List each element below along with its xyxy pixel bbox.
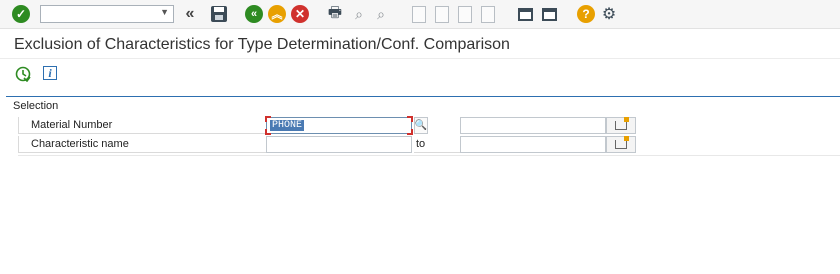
selection-table: Material Number PHONE 🔍 Characteristic n…: [18, 116, 840, 156]
search-help-icon[interactable]: 🔍: [414, 117, 428, 134]
shortcut-icon[interactable]: [540, 5, 558, 23]
print-icon[interactable]: 🖶: [326, 4, 344, 23]
ok-icon[interactable]: ✓: [12, 5, 30, 23]
characteristic-name-high-input[interactable]: [460, 136, 606, 153]
previous-page-icon[interactable]: [433, 5, 451, 23]
multiple-selection-icon: [615, 117, 629, 130]
multiple-selection-icon: [615, 136, 629, 149]
double-left-icon[interactable]: «: [180, 5, 200, 23]
find-next-icon[interactable]: ⌕: [372, 5, 390, 23]
material-number-low-input[interactable]: PHONE: [265, 116, 413, 135]
new-session-icon[interactable]: [516, 5, 534, 23]
back-icon[interactable]: «: [245, 5, 263, 23]
multiple-selection-button[interactable]: [606, 136, 636, 153]
command-field[interactable]: ▼: [40, 5, 174, 23]
exit-icon[interactable]: ︽: [268, 5, 286, 23]
save-icon[interactable]: [210, 5, 228, 23]
chevron-down-icon[interactable]: ▼: [160, 7, 169, 17]
first-page-icon[interactable]: [410, 5, 428, 23]
selection-row-characteristic: Characteristic name to: [18, 136, 840, 154]
material-number-label: Material Number: [18, 117, 266, 134]
info-icon[interactable]: i: [43, 66, 57, 80]
find-icon[interactable]: ⌕: [350, 5, 368, 23]
material-number-low-value: PHONE: [270, 120, 305, 131]
system-toolbar: ✓ ▼ « « ︽ ✕ 🖶 ⌕ ⌕ ? ⚙: [0, 0, 840, 29]
help-icon[interactable]: ?: [577, 5, 595, 23]
divider: [0, 58, 840, 59]
selection-row-material: Material Number PHONE 🔍: [18, 116, 840, 135]
cancel-icon[interactable]: ✕: [291, 5, 309, 23]
next-page-icon[interactable]: [456, 5, 474, 23]
multiple-selection-button[interactable]: [606, 117, 636, 134]
characteristic-name-label: Characteristic name: [18, 136, 266, 153]
characteristic-name-low-input[interactable]: [266, 136, 412, 153]
page-title: Exclusion of Characteristics for Type De…: [14, 36, 510, 53]
material-number-high-input[interactable]: [460, 117, 606, 134]
settings-icon[interactable]: ⚙: [600, 5, 618, 23]
to-label: to: [414, 136, 460, 153]
execute-icon[interactable]: [15, 66, 31, 82]
last-page-icon[interactable]: [479, 5, 497, 23]
selection-group: Selection Material Number PHONE 🔍 Charac…: [6, 96, 840, 165]
selection-title: Selection: [13, 100, 59, 112]
